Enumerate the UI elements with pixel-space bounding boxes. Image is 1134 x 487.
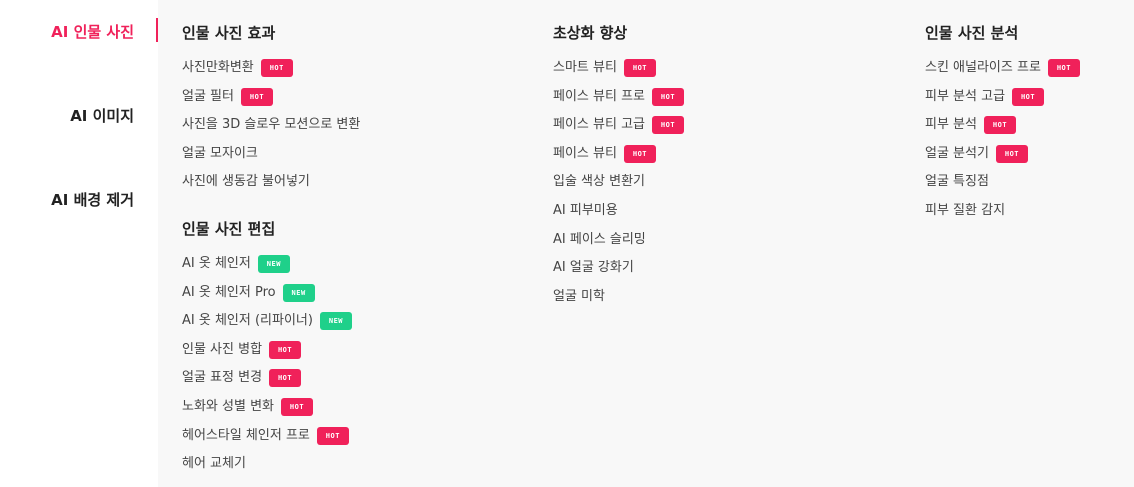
menu-item-label: AI 옷 체인저 (182, 256, 251, 271)
menu-item[interactable]: 헤어스타일 체인저 프로 HOT (182, 426, 349, 446)
hot-badge: HOT (260, 59, 293, 77)
menu-item-label: 얼굴 필터 (182, 89, 234, 104)
menu-item-label: AI 피부미용 (553, 203, 618, 218)
menu-item[interactable]: 얼굴 필터 HOT (182, 87, 273, 107)
hot-badge: HOT (269, 341, 302, 359)
hot-badge: HOT (1047, 59, 1080, 77)
menu-item[interactable]: 피부 분석 고급 HOT (925, 87, 1045, 107)
menu-item-label: AI 얼굴 강화기 (553, 260, 634, 275)
menu-item[interactable]: 얼굴 분석기 HOT (925, 144, 1028, 164)
menu-item-label: 얼굴 미학 (553, 289, 605, 304)
menu-item[interactable]: 피부 분석 HOT (925, 115, 1016, 135)
nav-item-ai-background-removal[interactable]: AI 배경 제거 (51, 189, 134, 210)
menu-item[interactable]: 사진을 3D 슬로우 모션으로 변환 (182, 115, 360, 135)
menu-item[interactable]: 인물 사진 병합 HOT (182, 340, 302, 360)
menu-item[interactable]: AI 옷 체인저 NEW (182, 254, 290, 274)
section-title: 인물 사진 편집 (182, 220, 276, 238)
menu-item[interactable]: 얼굴 모자이크 (182, 144, 258, 164)
menu-item-label: 피부 분석 고급 (925, 89, 1006, 104)
menu-item[interactable]: 얼굴 특징점 (925, 172, 989, 192)
menu-item-label: 헤어 교체기 (182, 456, 246, 471)
submenu-panel: 인물 사진 효과사진만화변환 HOT 얼굴 필터 HOT 사진을 3D 슬로우 모션으로… (158, 0, 1134, 487)
hot-badge: HOT (269, 369, 302, 387)
menu-item-label: 사진에 생동감 불어넣기 (182, 174, 310, 189)
menu-item-label: 얼굴 모자이크 (182, 146, 258, 161)
menu-item[interactable]: 헤어 교체기 (182, 454, 246, 474)
menu-item[interactable]: AI 옷 체인저 Pro NEW (182, 283, 315, 303)
menu-item[interactable]: AI 페이스 슬리밍 (553, 230, 646, 250)
menu-item-label: 피부 질환 감지 (925, 203, 1006, 218)
new-badge: NEW (282, 284, 315, 302)
menu-item-label: AI 옷 체인저 (리파이너) (182, 313, 313, 328)
menu-item-label: 스마트 뷰티 (553, 60, 617, 75)
menu-item-label: 사진을 3D 슬로우 모션으로 변환 (182, 117, 361, 132)
menu-item[interactable]: 피부 질환 감지 (925, 201, 1005, 221)
menu-item-label: AI 옷 체인저 Pro (182, 285, 276, 300)
section-title: 인물 사진 효과 (182, 24, 276, 42)
hot-badge: HOT (281, 398, 313, 416)
nav-item-ai-portrait[interactable]: AI 인물 사진 (51, 21, 134, 42)
menu-item[interactable]: 노화와 성별 변화 HOT (182, 397, 313, 417)
menu-item[interactable]: 사진에 생동감 불어넣기 (182, 172, 310, 192)
menu-item[interactable]: AI 피부미용 (553, 201, 618, 221)
menu-item-label: 얼굴 표정 변경 (182, 370, 263, 385)
menu-item-label: 얼굴 분석기 (925, 146, 989, 161)
menu-item-label: 스킨 애널라이즈 프로 (925, 60, 1041, 75)
hot-badge: HOT (995, 145, 1028, 163)
nav-item-ai-image[interactable]: AI 이미지 (70, 105, 134, 126)
menu-item[interactable]: 입술 색상 변환기 (553, 172, 645, 192)
hot-badge: HOT (652, 88, 684, 106)
menu-item[interactable]: 얼굴 표정 변경 HOT (182, 368, 302, 388)
hot-badge: HOT (240, 88, 273, 106)
hot-badge: HOT (623, 145, 656, 163)
menu-item[interactable]: 스킨 애널라이즈 프로 HOT (925, 58, 1080, 78)
menu-item[interactable]: 사진만화변환 HOT (182, 58, 293, 78)
new-badge: NEW (319, 312, 352, 330)
menu-item-label: 헤어스타일 체인저 프로 (182, 428, 310, 443)
menu-item-label: 입술 색상 변환기 (553, 174, 645, 189)
menu-item-label: 피부 분석 (925, 117, 977, 132)
menu-item-label: 페이스 뷰티 프로 (553, 89, 645, 104)
menu-item-label: 페이스 뷰티 (553, 146, 617, 161)
category-sidebar: AI 인물 사진 AI 이미지 AI 배경 제거 (0, 0, 158, 487)
hot-badge: HOT (983, 116, 1016, 134)
hot-badge: HOT (623, 59, 656, 77)
new-badge: NEW (257, 255, 290, 273)
menu-item-label: 사진만화변환 (182, 60, 254, 75)
menu-item-label: 인물 사진 병합 (182, 342, 263, 357)
hot-badge: HOT (652, 116, 684, 134)
menu-item[interactable]: 페이스 뷰티 프로 HOT (553, 87, 684, 107)
menu-item[interactable]: 스마트 뷰티 HOT (553, 58, 656, 78)
menu-item[interactable]: 페이스 뷰티 HOT (553, 144, 656, 164)
menu-item-label: 노화와 성별 변화 (182, 399, 274, 414)
hot-badge: HOT (316, 427, 349, 445)
menu-item[interactable]: AI 옷 체인저 (리파이너) NEW (182, 311, 352, 331)
section-title: 초상화 향상 (553, 24, 628, 42)
menu-item[interactable]: 페이스 뷰티 고급 HOT (553, 115, 684, 135)
hot-badge: HOT (1012, 88, 1045, 106)
menu-item-label: 얼굴 특징점 (925, 174, 989, 189)
menu-item[interactable]: 얼굴 미학 (553, 287, 605, 307)
section-title: 인물 사진 분석 (925, 24, 1019, 42)
menu-item[interactable]: AI 얼굴 강화기 (553, 258, 634, 278)
menu-item-label: AI 페이스 슬리밍 (553, 232, 646, 247)
menu-item-label: 페이스 뷰티 고급 (553, 117, 645, 132)
